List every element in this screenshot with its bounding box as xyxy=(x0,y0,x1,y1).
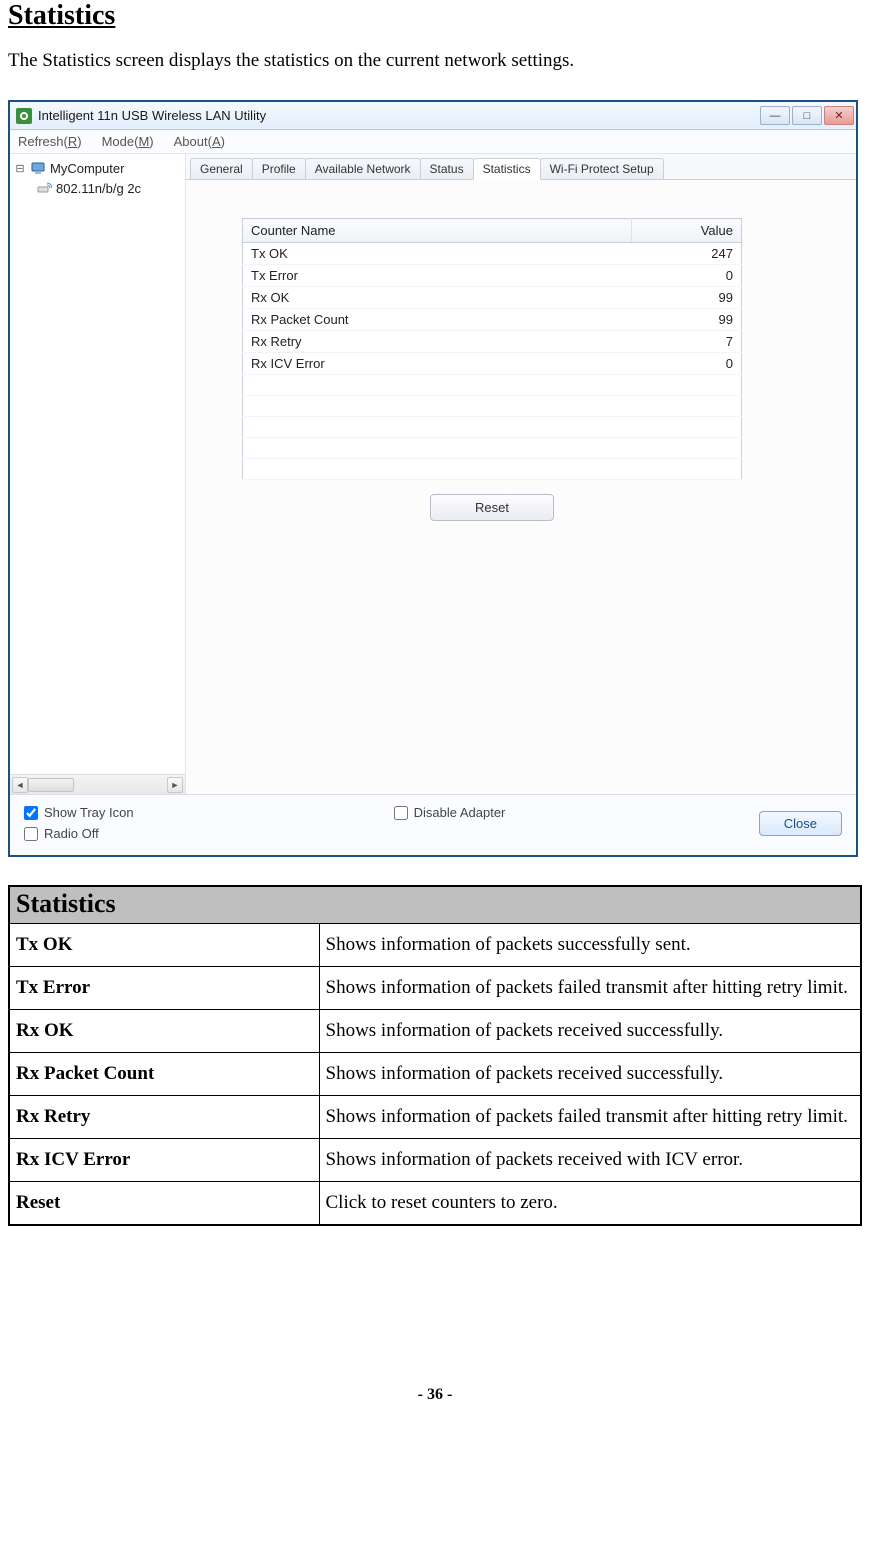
maximize-button[interactable]: □ xyxy=(792,106,822,125)
radio-off-checkbox[interactable]: Radio Off xyxy=(24,826,134,841)
titlebar: Intelligent 11n USB Wireless LAN Utility… xyxy=(10,102,856,130)
explain-value: Shows information of packets failed tran… xyxy=(319,967,861,1010)
radio-off-input[interactable] xyxy=(24,827,38,841)
disable-adapter-label: Disable Adapter xyxy=(414,805,506,820)
table-row: Rx ICV ErrorShows information of packets… xyxy=(9,1139,861,1182)
bottom-bar: Show Tray Icon Radio Off Disable Adapter… xyxy=(10,794,856,855)
cell-value: 7 xyxy=(632,331,742,353)
tab-statistics[interactable]: Statistics xyxy=(473,158,541,180)
cell-value: 0 xyxy=(632,353,742,375)
explain-key: Rx ICV Error xyxy=(9,1139,319,1182)
close-button[interactable]: Close xyxy=(759,811,842,836)
explanation-title: Statistics xyxy=(9,886,861,924)
tree-root[interactable]: ⊟ MyComputer xyxy=(14,158,181,178)
table-row[interactable]: Rx OK99 xyxy=(243,287,742,309)
tab-profile[interactable]: Profile xyxy=(252,158,306,179)
statistics-table: Counter Name Value Tx OK247 Tx Error0 Rx… xyxy=(242,218,742,480)
disable-adapter-checkbox[interactable]: Disable Adapter xyxy=(394,805,506,820)
table-row xyxy=(243,375,742,396)
cell-name: Rx ICV Error xyxy=(243,353,632,375)
col-counter-name[interactable]: Counter Name xyxy=(243,219,632,243)
scroll-right-icon[interactable]: ► xyxy=(167,777,183,793)
table-row xyxy=(243,396,742,417)
cell-name: Rx OK xyxy=(243,287,632,309)
table-row: Rx RetryShows information of packets fai… xyxy=(9,1096,861,1139)
show-tray-label: Show Tray Icon xyxy=(44,805,134,820)
table-row: Tx ErrorShows information of packets fai… xyxy=(9,967,861,1010)
tree-pane: ⊟ MyComputer 802.11n/b/g 2c ◄ ► xyxy=(10,154,186,794)
reset-button[interactable]: Reset xyxy=(430,494,554,521)
menubar: Refresh(R) Mode(M) About(A) xyxy=(10,130,856,154)
show-tray-input[interactable] xyxy=(24,806,38,820)
tree-scrollbar[interactable]: ◄ ► xyxy=(10,774,185,794)
table-row[interactable]: Rx ICV Error0 xyxy=(243,353,742,375)
radio-off-label: Radio Off xyxy=(44,826,99,841)
tree-child[interactable]: 802.11n/b/g 2c xyxy=(14,178,181,198)
tree-child-label: 802.11n/b/g 2c xyxy=(56,181,141,196)
explanation-table: Statistics Tx OKShows information of pac… xyxy=(8,885,862,1226)
table-row[interactable]: Tx OK247 xyxy=(243,243,742,265)
explain-key: Tx Error xyxy=(9,967,319,1010)
table-row xyxy=(243,438,742,459)
page-title: Statistics xyxy=(8,0,862,32)
cell-name: Tx Error xyxy=(243,265,632,287)
cell-name: Rx Packet Count xyxy=(243,309,632,331)
app-window: Intelligent 11n USB Wireless LAN Utility… xyxy=(8,100,858,857)
explain-value: Shows information of packets successfull… xyxy=(319,924,861,967)
app-icon xyxy=(16,108,32,124)
collapse-icon[interactable]: ⊟ xyxy=(14,162,26,175)
tab-general[interactable]: General xyxy=(190,158,253,179)
close-window-button[interactable]: ✕ xyxy=(824,106,854,125)
table-row[interactable]: Rx Packet Count99 xyxy=(243,309,742,331)
menu-about[interactable]: About(A) xyxy=(174,134,225,149)
table-row: ResetClick to reset counters to zero. xyxy=(9,1182,861,1226)
scroll-left-icon[interactable]: ◄ xyxy=(12,777,28,793)
computer-icon xyxy=(30,160,46,176)
explain-key: Tx OK xyxy=(9,924,319,967)
show-tray-checkbox[interactable]: Show Tray Icon xyxy=(24,805,134,820)
table-row[interactable]: Rx Retry7 xyxy=(243,331,742,353)
explain-value: Shows information of packets received wi… xyxy=(319,1139,861,1182)
explain-value: Shows information of packets received su… xyxy=(319,1010,861,1053)
explain-key: Rx OK xyxy=(9,1010,319,1053)
disable-adapter-input[interactable] xyxy=(394,806,408,820)
tab-available-network[interactable]: Available Network xyxy=(305,158,421,179)
menu-mode[interactable]: Mode(M) xyxy=(102,134,154,149)
explain-value: Shows information of packets received su… xyxy=(319,1053,861,1096)
wireless-adapter-icon xyxy=(36,180,52,196)
content-pane: General Profile Available Network Status… xyxy=(186,154,856,794)
table-row: Rx Packet CountShows information of pack… xyxy=(9,1053,861,1096)
menu-refresh[interactable]: Refresh(R) xyxy=(18,134,82,149)
explain-key: Rx Packet Count xyxy=(9,1053,319,1096)
explain-key: Rx Retry xyxy=(9,1096,319,1139)
scroll-thumb[interactable] xyxy=(28,778,74,792)
window-title: Intelligent 11n USB Wireless LAN Utility xyxy=(38,108,754,123)
cell-value: 99 xyxy=(632,309,742,331)
table-row: Tx OKShows information of packets succes… xyxy=(9,924,861,967)
minimize-button[interactable]: — xyxy=(760,106,790,125)
page-number: - 36 - xyxy=(8,1386,862,1404)
cell-value: 247 xyxy=(632,243,742,265)
col-value[interactable]: Value xyxy=(632,219,742,243)
tabstrip: General Profile Available Network Status… xyxy=(186,154,856,180)
explain-value: Shows information of packets failed tran… xyxy=(319,1096,861,1139)
tab-wps[interactable]: Wi-Fi Protect Setup xyxy=(540,158,664,179)
cell-value: 99 xyxy=(632,287,742,309)
table-row[interactable]: Tx Error0 xyxy=(243,265,742,287)
explain-key: Reset xyxy=(9,1182,319,1226)
intro-text: The Statistics screen displays the stati… xyxy=(8,50,862,72)
table-row xyxy=(243,459,742,480)
table-row: Rx OKShows information of packets receiv… xyxy=(9,1010,861,1053)
table-row xyxy=(243,417,742,438)
explain-value: Click to reset counters to zero. xyxy=(319,1182,861,1226)
tab-status[interactable]: Status xyxy=(420,158,474,179)
cell-name: Rx Retry xyxy=(243,331,632,353)
cell-value: 0 xyxy=(632,265,742,287)
tree-root-label: MyComputer xyxy=(50,161,124,176)
cell-name: Tx OK xyxy=(243,243,632,265)
